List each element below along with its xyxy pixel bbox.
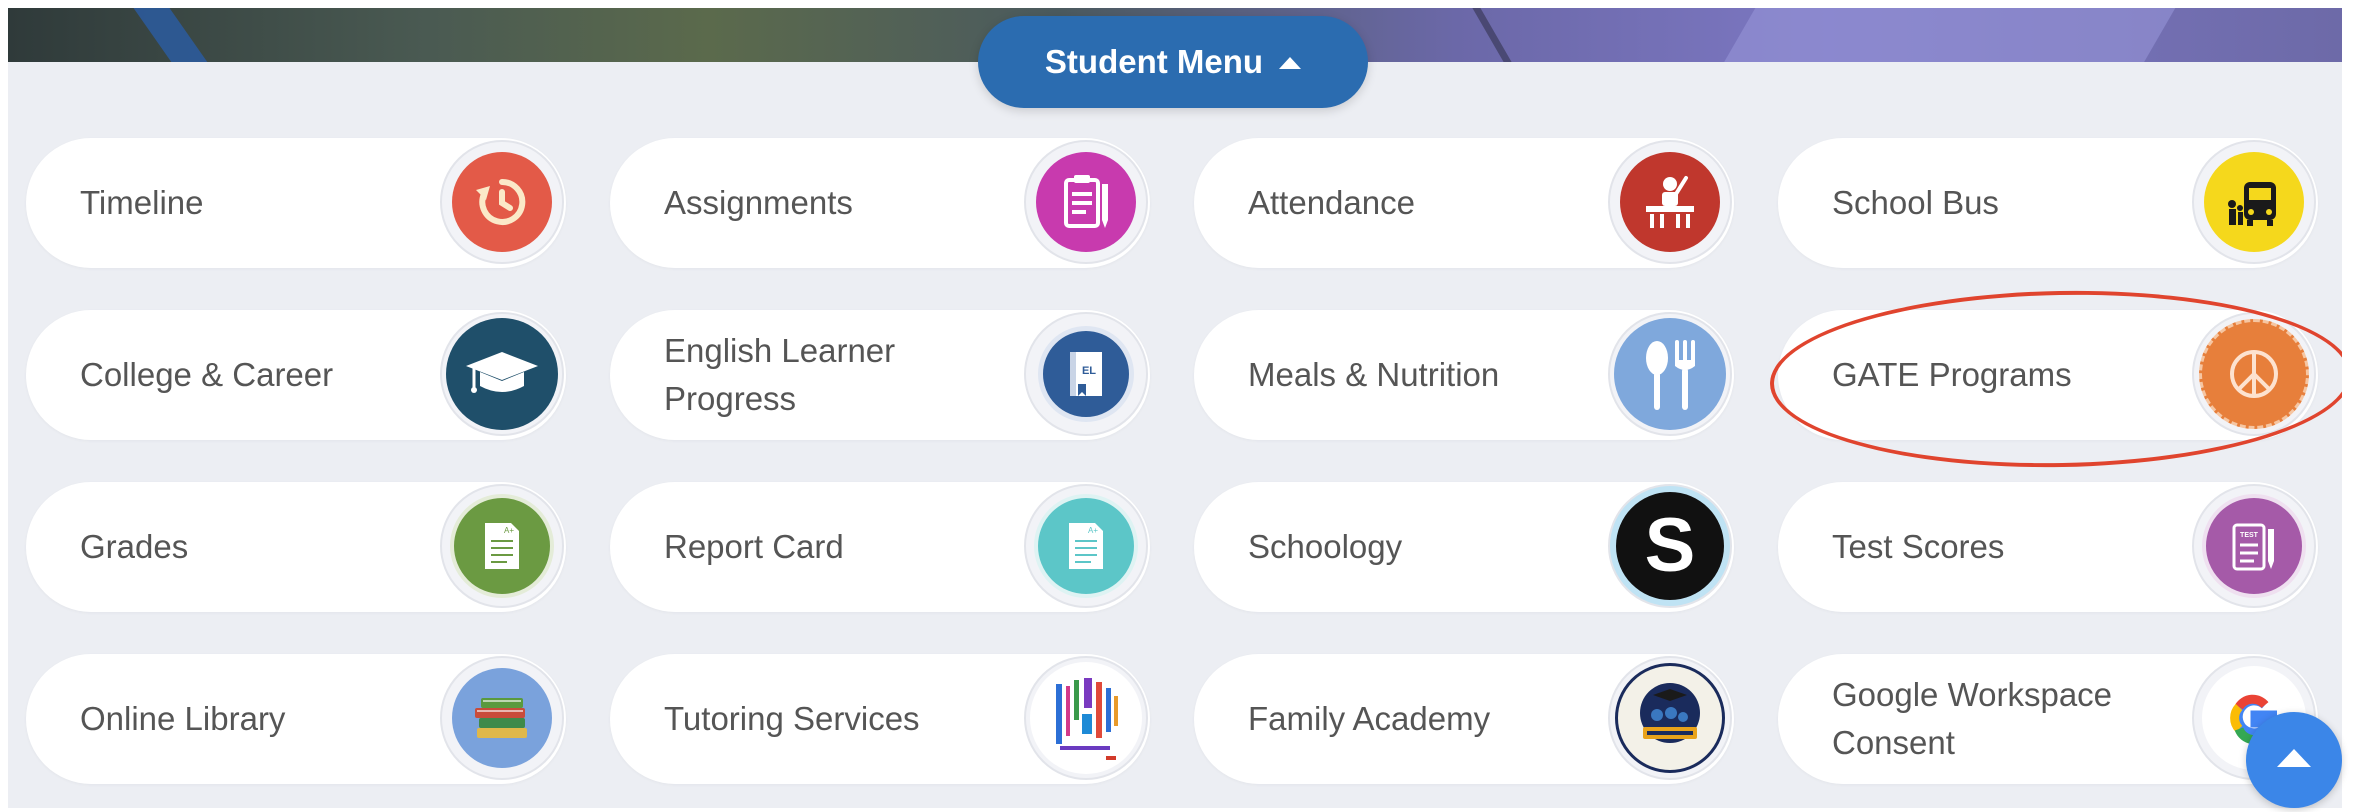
student-menu-button[interactable]: Student Menu (978, 16, 1368, 108)
word-cloud-icon (1024, 656, 1148, 780)
tile-label: Grades (80, 528, 189, 565)
tile-label: Attendance (1248, 184, 1415, 221)
graduation-cap-icon (440, 312, 564, 436)
tile-attendance[interactable]: Attendance (1194, 138, 1734, 268)
el-badge-text: EL (1082, 365, 1096, 377)
spoon-fork-icon (1608, 312, 1732, 436)
tile-label: Meals & Nutrition (1248, 356, 1500, 393)
tile-schoology[interactable]: Schoology S (1194, 482, 1734, 612)
report-badge-text: A+ (1088, 526, 1098, 535)
tile-label: Assignments (664, 184, 853, 221)
tile-label: Test Scores (1832, 528, 2005, 565)
clipboard-icon (1024, 140, 1148, 264)
history-icon (440, 140, 564, 264)
caret-up-icon (1279, 57, 1302, 69)
test-scores-icon: TEST (2192, 484, 2316, 608)
tile-family-academy[interactable]: Family Academy (1194, 654, 1734, 784)
family-academy-icon (1608, 656, 1732, 780)
tile-label: Tutoring Services (664, 700, 920, 737)
school-bus-icon (2192, 140, 2316, 264)
tile-tutoring-services[interactable]: Tutoring Services (610, 654, 1150, 784)
graded-paper-icon: A+ (440, 484, 564, 608)
tile-grades[interactable]: Grades A+ (26, 482, 566, 612)
test-badge-text: TEST (2240, 532, 2259, 539)
report-card-icon: A+ (1024, 484, 1148, 608)
tile-report-card[interactable]: Report Card A+ (610, 482, 1150, 612)
tile-label: Online Library (80, 700, 286, 737)
tile-college-career[interactable]: College & Career (26, 310, 566, 440)
tile-meals-nutrition[interactable]: Meals & Nutrition (1194, 310, 1734, 440)
tile-online-library[interactable]: Online Library (26, 654, 566, 784)
schoology-icon: S (1608, 484, 1732, 608)
grade-badge-text: A+ (504, 526, 514, 535)
el-book-icon: EL (1024, 312, 1148, 436)
tile-label: Google Workspace Consent (1832, 676, 2113, 761)
tile-assignments[interactable]: Assignments (610, 138, 1150, 268)
tile-label: Family Academy (1248, 700, 1491, 737)
scroll-to-top-button[interactable] (2246, 712, 2342, 808)
tile-label: School Bus (1832, 184, 1999, 221)
books-icon (440, 656, 564, 780)
tile-english-learner-progress[interactable]: English Learner Progress EL (610, 310, 1150, 440)
tile-school-bus[interactable]: School Bus (1778, 138, 2318, 268)
tile-test-scores[interactable]: Test Scores TEST (1778, 482, 2318, 612)
tile-label: English Learner Progress (664, 332, 896, 417)
tile-label: Schoology (1248, 528, 1403, 565)
tile-label: Report Card (664, 528, 844, 565)
student-menu-panel: Timeline Assignments Attendance School B… (8, 8, 2342, 808)
tile-timeline[interactable]: Timeline (26, 138, 566, 268)
student-menu-label: Student Menu (1044, 43, 1264, 80)
schoology-letter: S (1644, 503, 1696, 588)
tile-google-workspace-consent[interactable]: Google Workspace Consent (1778, 654, 2318, 784)
tile-label: College & Career (80, 356, 334, 393)
tile-label: Timeline (80, 184, 204, 221)
arrow-up-icon (2277, 749, 2311, 767)
student-desk-icon (1608, 140, 1732, 264)
